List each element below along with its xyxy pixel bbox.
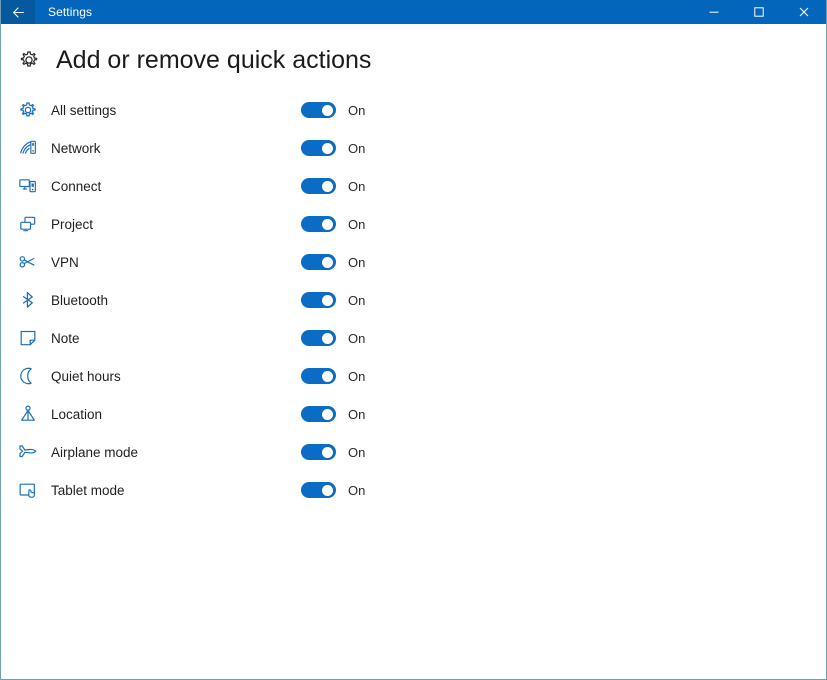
tablet-mode-icon bbox=[18, 479, 42, 501]
quick-action-toggle-wrap: On bbox=[301, 330, 365, 346]
quick-action-toggle[interactable] bbox=[301, 102, 336, 118]
toggle-state-label: On bbox=[348, 406, 366, 422]
quick-action-toggle[interactable] bbox=[301, 406, 336, 422]
quick-action-toggle[interactable] bbox=[301, 216, 336, 232]
quick-action-toggle[interactable] bbox=[301, 330, 336, 346]
quick-action-label: VPN bbox=[51, 254, 79, 270]
quick-action-toggle[interactable] bbox=[301, 178, 336, 194]
quick-action-toggle-wrap: On bbox=[301, 368, 365, 384]
quick-action-toggle-wrap: On bbox=[301, 140, 365, 156]
toggle-state-label: On bbox=[348, 482, 366, 498]
quick-actions-list: All settings On Network On Connect On Pr… bbox=[1, 91, 826, 509]
quick-action-toggle[interactable] bbox=[301, 292, 336, 308]
quick-action-toggle-wrap: On bbox=[301, 178, 365, 194]
toggle-knob bbox=[322, 104, 333, 116]
gear-icon bbox=[17, 48, 43, 72]
toggle-state-label: On bbox=[348, 368, 366, 384]
window-title: Settings bbox=[48, 5, 93, 19]
quick-action-toggle-wrap: On bbox=[301, 406, 365, 422]
quick-action-label: Connect bbox=[51, 178, 102, 194]
quick-action-label: Location bbox=[51, 406, 103, 422]
toggle-state-label: On bbox=[348, 216, 366, 232]
toggle-knob bbox=[322, 408, 333, 420]
toggle-knob bbox=[322, 142, 333, 154]
toggle-knob bbox=[322, 370, 333, 382]
quick-action-row[interactable]: Connect On bbox=[1, 167, 826, 205]
toggle-state-label: On bbox=[348, 330, 366, 346]
quick-action-row[interactable]: Tablet mode On bbox=[1, 471, 826, 509]
quick-action-row[interactable]: Note On bbox=[1, 319, 826, 357]
quick-action-row[interactable]: Bluetooth On bbox=[1, 281, 826, 319]
settings-window: Settings Add or remove quick actions All… bbox=[0, 0, 827, 680]
back-arrow-icon bbox=[11, 5, 26, 20]
quick-action-toggle[interactable] bbox=[301, 482, 336, 498]
quick-action-toggle[interactable] bbox=[301, 368, 336, 384]
minimize-icon bbox=[708, 6, 720, 18]
quick-action-toggle[interactable] bbox=[301, 444, 336, 460]
quick-action-toggle-wrap: On bbox=[301, 292, 365, 308]
project-icon bbox=[18, 213, 42, 235]
vpn-key-icon bbox=[18, 251, 42, 273]
toggle-state-label: On bbox=[348, 292, 366, 308]
bluetooth-icon bbox=[18, 289, 42, 311]
quick-action-row[interactable]: Project On bbox=[1, 205, 826, 243]
toggle-state-label: On bbox=[348, 178, 366, 194]
quick-action-row[interactable]: All settings On bbox=[1, 91, 826, 129]
note-icon bbox=[18, 327, 42, 349]
quick-action-label: All settings bbox=[51, 102, 117, 118]
maximize-icon bbox=[753, 6, 765, 18]
quick-action-row[interactable]: Network On bbox=[1, 129, 826, 167]
maximize-button[interactable] bbox=[736, 0, 781, 24]
quick-action-toggle[interactable] bbox=[301, 254, 336, 270]
quick-action-toggle-wrap: On bbox=[301, 102, 365, 118]
toggle-state-label: On bbox=[348, 102, 366, 118]
quick-action-label: Project bbox=[51, 216, 94, 232]
toggle-knob bbox=[322, 484, 333, 496]
airplane-icon bbox=[18, 441, 42, 463]
quick-action-toggle[interactable] bbox=[301, 140, 336, 156]
quick-action-toggle-wrap: On bbox=[301, 254, 365, 270]
close-button[interactable] bbox=[781, 0, 826, 24]
quick-action-row[interactable]: Location On bbox=[1, 395, 826, 433]
location-pin-icon bbox=[18, 403, 42, 425]
quick-action-row[interactable]: VPN On bbox=[1, 243, 826, 281]
toggle-knob bbox=[322, 218, 333, 230]
quick-action-toggle-wrap: On bbox=[301, 482, 365, 498]
close-icon bbox=[798, 6, 810, 18]
quick-action-label: Airplane mode bbox=[51, 444, 139, 460]
toggle-state-label: On bbox=[348, 254, 366, 270]
quick-action-label: Network bbox=[51, 140, 101, 156]
quick-action-toggle-wrap: On bbox=[301, 444, 365, 460]
quick-action-toggle-wrap: On bbox=[301, 216, 365, 232]
toggle-knob bbox=[322, 180, 333, 192]
toggle-state-label: On bbox=[348, 140, 366, 156]
quick-action-row[interactable]: Airplane mode On bbox=[1, 433, 826, 471]
minimize-button[interactable] bbox=[691, 0, 736, 24]
wifi-icon bbox=[18, 137, 42, 159]
title-bar: Settings bbox=[1, 0, 826, 24]
quick-action-label: Tablet mode bbox=[51, 482, 125, 498]
toggle-state-label: On bbox=[348, 444, 366, 460]
connect-icon bbox=[18, 175, 42, 197]
content-area: Add or remove quick actions All settings bbox=[1, 24, 826, 679]
back-button[interactable] bbox=[1, 0, 35, 24]
moon-icon bbox=[18, 365, 42, 387]
gear-icon bbox=[18, 99, 42, 121]
quick-action-label: Bluetooth bbox=[51, 292, 109, 308]
toggle-knob bbox=[322, 332, 333, 344]
toggle-knob bbox=[322, 256, 333, 268]
page-title: Add or remove quick actions bbox=[56, 46, 372, 74]
quick-action-row[interactable]: Quiet hours On bbox=[1, 357, 826, 395]
quick-action-label: Note bbox=[51, 330, 80, 346]
window-controls bbox=[691, 0, 826, 24]
toggle-knob bbox=[322, 446, 333, 458]
toggle-knob bbox=[322, 294, 333, 306]
quick-action-label: Quiet hours bbox=[51, 368, 121, 384]
page-header: Add or remove quick actions bbox=[1, 24, 826, 79]
